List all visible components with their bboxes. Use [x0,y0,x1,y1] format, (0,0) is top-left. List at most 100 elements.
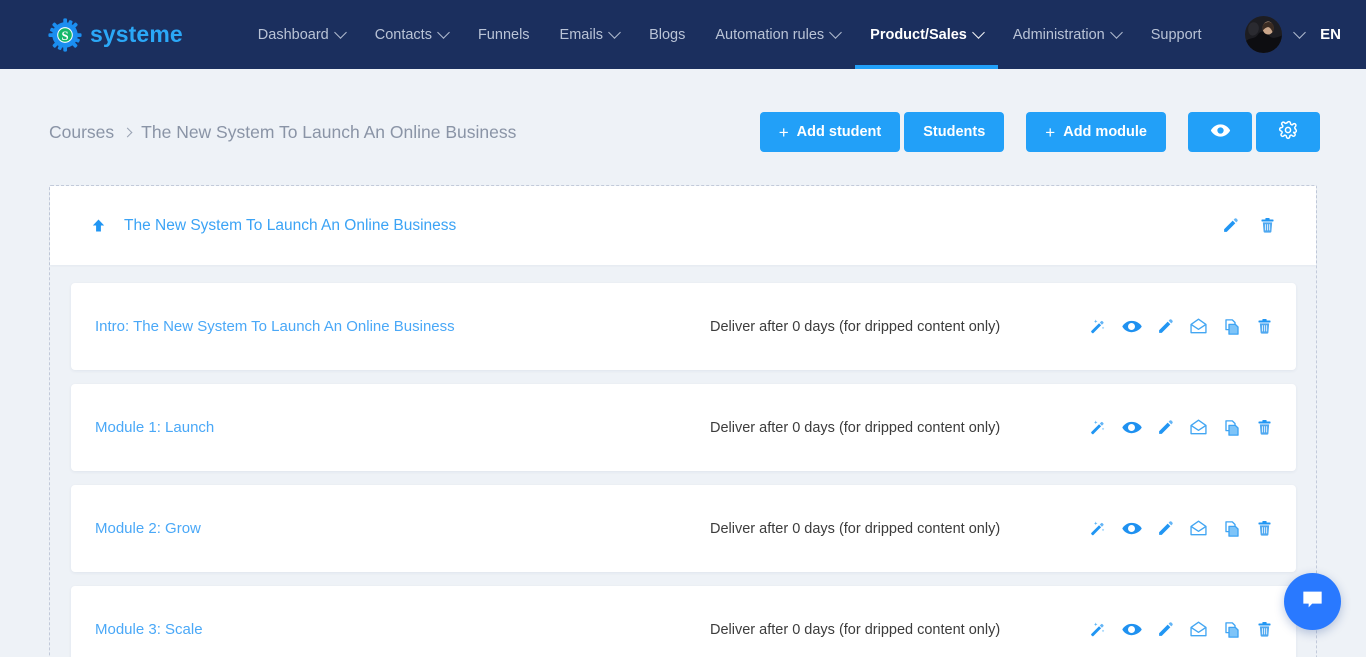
module-customize-button[interactable] [1089,621,1106,638]
breadcrumb-courses-link[interactable]: Courses [49,122,114,143]
breadcrumb: Courses The New System To Launch An Onli… [49,122,516,143]
header-actions: + Add student Students + Add module [759,112,1320,152]
systeme-gear-logo-icon: S [48,17,82,52]
nav-item-automation-rules[interactable]: Automation rules [700,0,855,69]
delete-course-button[interactable] [1259,217,1276,234]
module-email-button[interactable] [1189,519,1208,538]
trash-icon [1256,419,1273,436]
nav-item-administration[interactable]: Administration [998,0,1136,69]
students-button[interactable]: Students [904,112,1005,152]
module-email-button[interactable] [1189,317,1208,336]
nav-item-contacts[interactable]: Contacts [360,0,463,69]
magic-wand-icon [1089,318,1106,335]
module-actions [1089,619,1273,640]
course-tree-container: The New System To Launch An Online Busin… [49,185,1317,657]
nav-item-support[interactable]: Support [1136,0,1217,69]
course-title[interactable]: The New System To Launch An Online Busin… [124,217,456,235]
account-chevron-down-icon[interactable] [1293,26,1307,39]
student-button-group: + Add student Students [759,112,1005,152]
module-duplicate-button[interactable] [1223,520,1241,538]
module-delete-button[interactable] [1256,520,1273,537]
nav-label: Contacts [374,26,432,43]
envelope-icon [1189,519,1208,538]
envelope-icon [1189,317,1208,336]
plus-icon: + [778,122,789,142]
module-edit-button[interactable] [1157,318,1174,335]
module-name[interactable]: Intro: The New System To Launch An Onlin… [95,318,710,335]
nav-label: Product/Sales [870,26,967,43]
nav-label: Blogs [649,26,686,43]
module-duplicate-button[interactable] [1223,621,1241,639]
module-email-button[interactable] [1189,620,1208,639]
chat-bubble-icon [1300,587,1325,617]
edit-course-button[interactable] [1222,217,1239,234]
envelope-icon [1189,418,1208,437]
module-preview-button[interactable] [1121,417,1142,438]
eye-icon [1121,316,1142,337]
brand-logo[interactable]: S systeme [48,17,183,52]
module-email-button[interactable] [1189,418,1208,437]
module-delete-button[interactable] [1256,419,1273,436]
module-duplicate-button[interactable] [1223,419,1241,437]
add-student-button[interactable]: + Add student [759,112,901,152]
nav-label: Automation rules [715,26,825,43]
module-preview-button[interactable] [1121,316,1142,337]
module-name[interactable]: Module 3: Scale [95,621,710,638]
nav-item-product-sales[interactable]: Product/Sales [855,0,998,69]
module-button-group: + Add module [1026,112,1166,152]
arrow-up-icon[interactable] [90,217,107,234]
module-edit-button[interactable] [1157,419,1174,436]
magic-wand-icon [1089,520,1106,537]
nav-item-blogs[interactable]: Blogs [634,0,700,69]
module-row[interactable]: Module 2: Grow Deliver after 0 days (for… [71,485,1296,572]
chevron-down-icon [829,26,843,39]
brand-name: systeme [90,21,183,47]
language-selector[interactable]: EN [1317,24,1344,45]
view-settings-button-group [1188,112,1320,152]
module-preview-button[interactable] [1121,619,1142,640]
module-name[interactable]: Module 1: Launch [95,419,710,436]
module-row[interactable]: Module 1: Launch Deliver after 0 days (f… [71,384,1296,471]
copy-icon [1223,621,1241,639]
module-edit-button[interactable] [1157,520,1174,537]
preview-course-button[interactable] [1188,112,1252,152]
magic-wand-icon [1089,419,1106,436]
module-customize-button[interactable] [1089,520,1106,537]
module-row[interactable]: Module 3: Scale Deliver after 0 days (fo… [71,586,1296,657]
avatar[interactable] [1245,16,1283,53]
add-module-button[interactable]: + Add module [1026,112,1166,152]
magic-wand-icon [1089,621,1106,638]
breadcrumb-current: The New System To Launch An Online Busin… [141,121,517,142]
module-customize-button[interactable] [1089,318,1106,335]
course-settings-button[interactable] [1256,112,1320,152]
chevron-right-icon [122,127,133,137]
module-deliver-text: Deliver after 0 days (for dripped conten… [710,520,1001,537]
eye-icon [1210,120,1231,145]
copy-icon [1223,419,1241,437]
module-delete-button[interactable] [1256,621,1273,638]
trash-icon [1259,217,1276,234]
module-actions [1089,417,1273,438]
top-navigation-bar: S systeme Dashboard Contacts Funnels Ema… [0,0,1366,69]
module-list: Intro: The New System To Launch An Onlin… [50,265,1316,657]
copy-icon [1223,318,1241,336]
nav-item-dashboard[interactable]: Dashboard [243,0,360,69]
nav-label: Emails [559,26,604,43]
module-edit-button[interactable] [1157,621,1174,638]
chat-widget-button[interactable] [1284,573,1341,630]
chevron-down-icon [333,26,347,39]
page-header: Courses The New System To Launch An Onli… [0,69,1366,163]
course-title-wrap: The New System To Launch An Online Busin… [90,217,456,235]
module-customize-button[interactable] [1089,419,1106,436]
copy-icon [1223,520,1241,538]
gear-icon [1278,120,1298,144]
nav-label: Dashboard [257,26,329,43]
nav-item-emails[interactable]: Emails [545,0,635,69]
module-name[interactable]: Module 2: Grow [95,520,710,537]
module-row[interactable]: Intro: The New System To Launch An Onlin… [71,283,1296,370]
eye-icon [1121,518,1142,539]
nav-item-funnels[interactable]: Funnels [463,0,545,69]
module-duplicate-button[interactable] [1223,318,1241,336]
module-delete-button[interactable] [1256,318,1273,335]
module-preview-button[interactable] [1121,518,1142,539]
